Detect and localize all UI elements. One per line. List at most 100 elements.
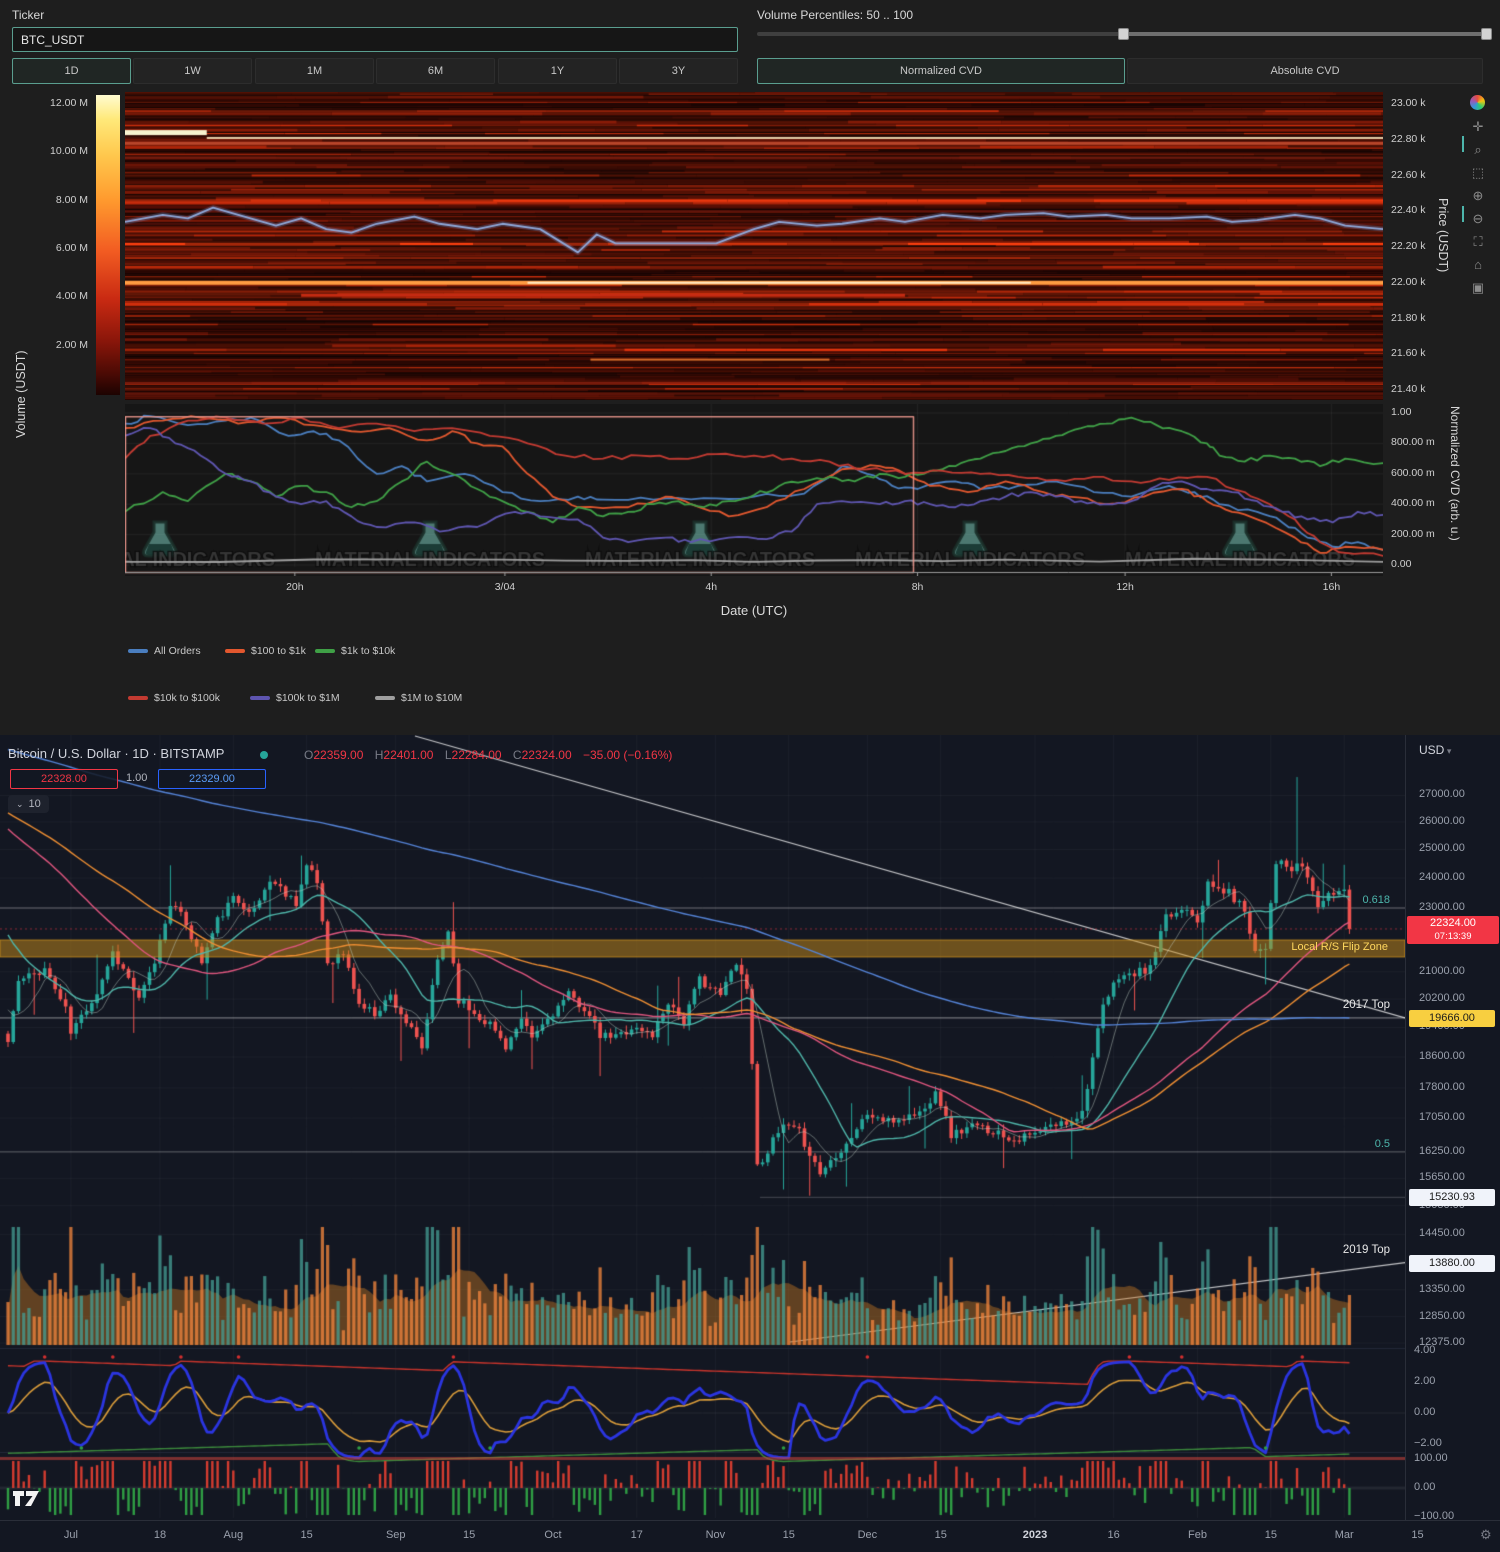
price-scale-tick-label: 20200.00 [1419, 992, 1465, 1004]
price-axis-tick-label: 21.40 k [1391, 383, 1425, 395]
price-axis-tick-label: 21.80 k [1391, 312, 1425, 324]
low-value: 22284.00 [452, 748, 502, 762]
cvd-chart-canvas[interactable] [125, 404, 1383, 576]
normalized-cvd-button[interactable]: Normalized CVD [757, 58, 1125, 84]
time-axis-tick-label: Jul [48, 1529, 94, 1541]
timeframe-button-1d[interactable]: 1D [12, 58, 131, 84]
ask-price-box[interactable]: 22329.00 [158, 769, 266, 789]
timeframe-button-1w[interactable]: 1W [133, 58, 252, 84]
bid-price-box[interactable]: 22328.00 [10, 769, 118, 789]
legend-item--10k-to-100k[interactable]: $10k to $100k [128, 692, 220, 704]
slider-range-fill [1125, 32, 1493, 36]
zoom-in-icon[interactable]: ⊕ [1469, 187, 1487, 205]
autoscale-icon[interactable]: ⛶ [1469, 233, 1487, 251]
volume-percentiles-slider[interactable] [757, 32, 1492, 36]
volume-percentiles-label: Volume Percentiles: 50 .. 100 [757, 8, 913, 22]
price-scale-tick-label: 25000.00 [1419, 842, 1465, 854]
change-value: −35.00 (−0.16%) [583, 748, 672, 762]
price-scale-tick-label: 24000.00 [1419, 871, 1465, 883]
legend-label: $100 to $1k [251, 645, 306, 657]
price-scale-tick-label: 23000.00 [1419, 901, 1465, 913]
last-price-value: 22324.00 [1407, 917, 1499, 930]
slider-handle-low[interactable] [1118, 28, 1129, 40]
time-axis[interactable]: Jul18Aug15Sep15Oct17Nov15Dec15202316Feb1… [0, 1520, 1500, 1552]
legend-item--100k-to-1m[interactable]: $100k to $1M [250, 692, 340, 704]
legend-label: $10k to $100k [154, 692, 220, 704]
date-axis-tick-label: 12h [1095, 581, 1155, 593]
slider-handle-high[interactable] [1481, 28, 1492, 40]
time-axis-settings-gear-icon[interactable]: ⚙ [1480, 1527, 1492, 1543]
volume-heatmap-canvas[interactable] [125, 92, 1383, 400]
open-label: O [304, 748, 313, 762]
price-axis-tick-label: 22.00 k [1391, 276, 1425, 288]
close-label: C [513, 748, 522, 762]
colorbar-axis-title: Volume (USDT) [14, 268, 28, 438]
time-axis-tick-label: Nov [692, 1529, 738, 1541]
legend-item--1m-to-10m[interactable]: $1M to $10M [375, 692, 462, 704]
time-axis-tick-label: 15 [918, 1529, 964, 1541]
price-axis-tick-label: 22.60 k [1391, 169, 1425, 181]
last-price-badge: 22324.00 07:13:39 [1407, 916, 1499, 944]
indicators-count: 10 [29, 798, 41, 810]
price-axis-tick-label: 22.20 k [1391, 240, 1425, 252]
top-2017-label[interactable]: 2017 Top [1280, 999, 1390, 1011]
time-axis-tick-label: 16 [1091, 1529, 1137, 1541]
time-axis-tick-label: 15 [1248, 1529, 1294, 1541]
price-scale-tick-label: 14450.00 [1419, 1227, 1465, 1239]
time-axis-tick-label: 2023 [1012, 1529, 1058, 1541]
flip-zone-label[interactable]: Local R/S Flip Zone [1150, 941, 1388, 953]
tradingview-logo[interactable] [12, 1488, 42, 1513]
zoom-icon[interactable]: ⌕ [1469, 141, 1487, 159]
time-axis-tick-label: Feb [1174, 1529, 1220, 1541]
price-scale-tick-label: 16250.00 [1419, 1145, 1465, 1157]
zoom-out-icon[interactable]: ⊖ [1469, 210, 1487, 228]
fib-0618-label[interactable]: 0.618 [1290, 894, 1390, 906]
time-axis-tick-label: Sep [373, 1529, 419, 1541]
high-value: 22401.00 [383, 748, 433, 762]
legend-swatch [128, 696, 148, 700]
ticker-label: Ticker [12, 8, 44, 22]
pan-icon[interactable]: ✛ [1469, 118, 1487, 136]
legend-item--1k-to-10k[interactable]: $1k to $10k [315, 645, 395, 657]
plotly-logo[interactable] [1470, 95, 1485, 110]
price-scale-tick-label: 17050.00 [1419, 1111, 1465, 1123]
colorbar-tick-label: 12.00 M [8, 97, 88, 109]
price-axis-tick-label: 22.40 k [1391, 204, 1425, 216]
camera-icon[interactable]: ▣ [1469, 279, 1487, 297]
timeframe-button-1m[interactable]: 1M [255, 58, 374, 84]
indicators-collapse-chip[interactable]: ⌄ 10 [8, 795, 49, 813]
bar-countdown: 07:13:39 [1407, 930, 1499, 943]
legend-swatch [375, 696, 395, 700]
level-badge-13880: 13880.00 [1409, 1255, 1495, 1272]
lasso-select-icon[interactable]: ⬚ [1469, 164, 1487, 182]
date-axis-tick-label: 20h [265, 581, 325, 593]
price-scale-currency[interactable]: USD ▾ [1419, 743, 1451, 757]
ticker-input[interactable] [12, 27, 738, 52]
tradingview-chart: Bitcoin / U.S. Dollar · 1D · BITSTAMP O 2… [0, 735, 1500, 1552]
price-axis-title: Price (USDT) [1436, 198, 1450, 348]
chevron-down-icon: ⌄ [16, 799, 24, 810]
legend-item--100-to-1k[interactable]: $100 to $1k [225, 645, 306, 657]
timeframe-button-3y[interactable]: 3Y [619, 58, 738, 84]
reset-axes-icon[interactable]: ⌂ [1469, 256, 1487, 274]
cvd-axis-tick-label: 600.00 m [1391, 467, 1435, 479]
legend-swatch [128, 649, 148, 653]
legend-item-all-orders[interactable]: All Orders [128, 645, 201, 657]
absolute-cvd-button[interactable]: Absolute CVD [1127, 58, 1483, 84]
top-2019-label[interactable]: 2019 Top [1280, 1244, 1390, 1256]
level-badge-19666: 19666.00 [1409, 1010, 1495, 1027]
price-scale[interactable]: USD ▾ 27000.0026000.0025000.0024000.0023… [1405, 735, 1500, 1520]
date-axis-tick-label: 3/04 [475, 581, 535, 593]
candlestick-chart-canvas[interactable] [0, 735, 1405, 1520]
symbol-title[interactable]: Bitcoin / U.S. Dollar · 1D · BITSTAMP [8, 746, 224, 761]
timeframe-button-6m[interactable]: 6M [376, 58, 495, 84]
app-root: Ticker Volume Percentiles: 50 .. 100 1D … [0, 0, 1500, 1552]
time-axis-tick-label: Oct [530, 1529, 576, 1541]
oscillator1-tick-label: 0.00 [1414, 1406, 1435, 1418]
timeframe-button-1y[interactable]: 1Y [498, 58, 617, 84]
fib-05-label[interactable]: 0.5 [1290, 1138, 1390, 1150]
price-scale-tick-label: 26000.00 [1419, 815, 1465, 827]
caret-down-icon: ▾ [1444, 746, 1451, 756]
date-axis-tick-label: 16h [1301, 581, 1361, 593]
colorbar-tick-label: 8.00 M [8, 194, 88, 206]
